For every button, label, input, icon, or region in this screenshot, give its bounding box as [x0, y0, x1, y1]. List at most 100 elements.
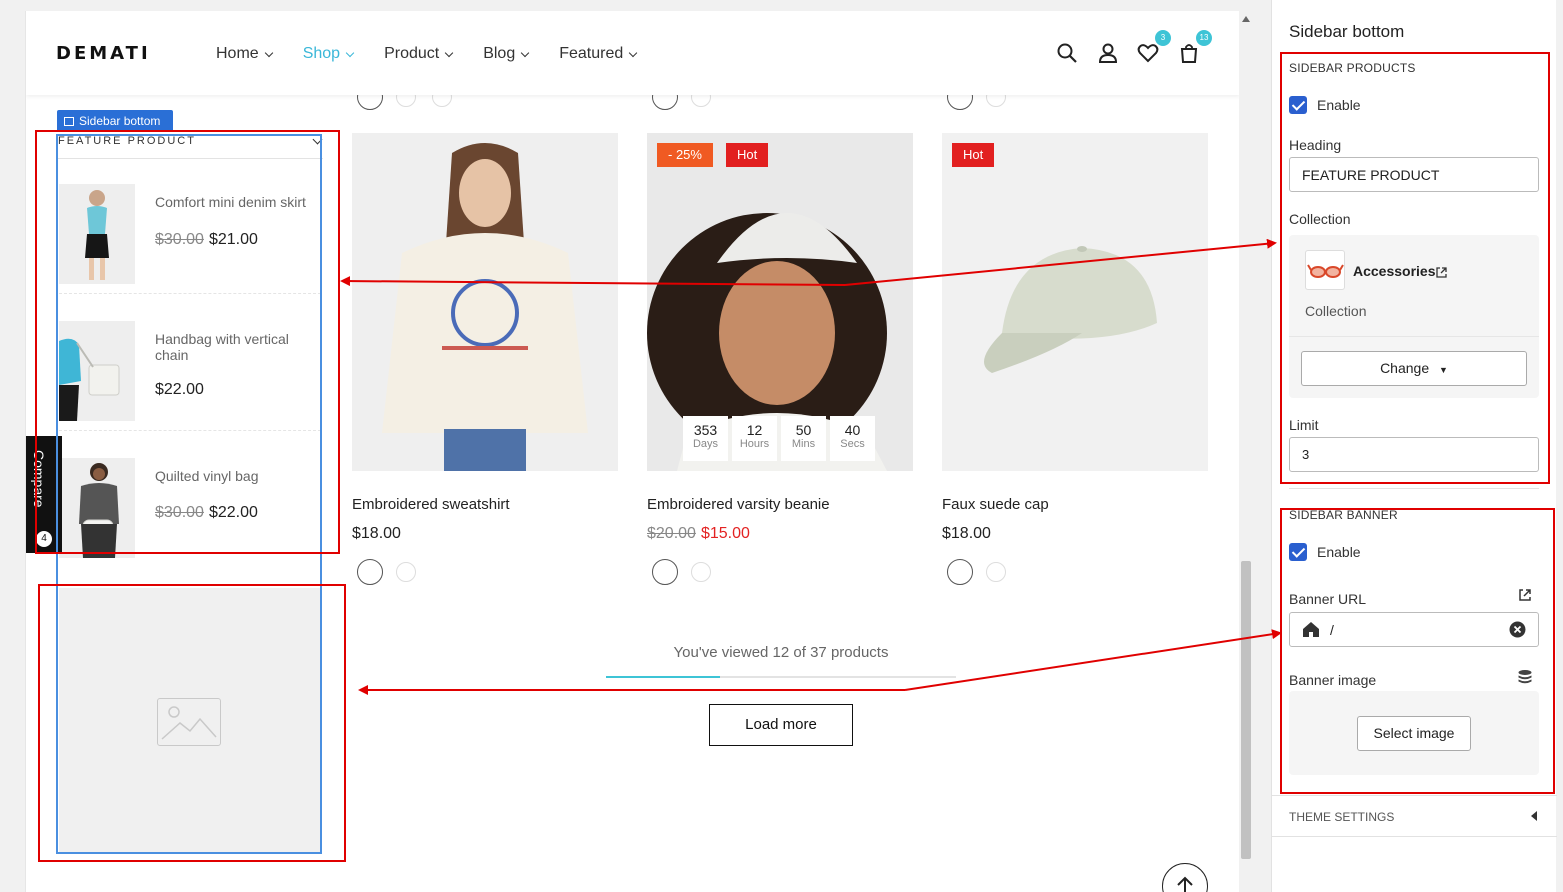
sidebar-banner-placeholder[interactable] — [59, 588, 321, 853]
feature-product-item[interactable]: Handbag with vertical chain $22.00 — [59, 311, 321, 431]
dynamic-source-icon[interactable] — [1517, 669, 1533, 690]
change-button-label: Change — [1380, 360, 1430, 376]
product-card[interactable]: Hot Faux suede cap $18.00 — [942, 133, 1208, 543]
product-image[interactable]: - 25% Hot 353 Days 12 Hours 50 Mins 40 Secs — [647, 133, 913, 471]
color-swatch[interactable] — [986, 562, 1006, 582]
banner-url-input[interactable]: / — [1289, 612, 1539, 647]
search-icon[interactable] — [1056, 42, 1078, 64]
chevron-down-icon — [444, 48, 454, 57]
color-swatch[interactable] — [396, 562, 416, 582]
product-card[interactable]: Embroidered sweatshirt $18.00 — [352, 133, 618, 543]
current-price: $18.00 — [352, 525, 401, 542]
color-swatch[interactable] — [947, 559, 973, 585]
product-name[interactable]: Embroidered varsity beanie — [647, 496, 913, 513]
nav-shop-label: Shop — [302, 45, 341, 62]
old-price: $30.00 — [155, 231, 204, 248]
feature-product-price: $30.00 $22.00 — [155, 504, 258, 522]
sidebar-products-enable-checkbox[interactable] — [1289, 96, 1307, 114]
feature-product-heading[interactable]: FEATURE PRODUCT — [58, 133, 323, 159]
sidebar-products-section-title: SIDEBAR PRODUCTS — [1289, 61, 1416, 75]
product-thumbnail[interactable] — [59, 321, 135, 421]
feature-product-price: $30.00 $21.00 — [155, 231, 258, 249]
countdown-secs: 40 Secs — [830, 416, 875, 461]
product-name[interactable]: Faux suede cap — [942, 496, 1208, 513]
wishlist-icon[interactable]: 3 — [1137, 30, 1171, 64]
chevron-down-icon — [312, 134, 323, 145]
viewed-progress-bar — [606, 676, 956, 678]
product-thumbnail[interactable] — [59, 458, 135, 558]
color-swatch[interactable] — [652, 559, 678, 585]
sidebar-tag-label: Sidebar bottom — [79, 114, 161, 128]
nav-featured[interactable]: Featured — [559, 45, 638, 63]
product-price: $20.00 $15.00 — [647, 525, 913, 543]
countdown-mins: 50 Mins — [781, 416, 826, 461]
caret-left-icon — [1531, 811, 1537, 821]
nav-shop[interactable]: Shop — [302, 45, 355, 63]
collection-thumbnail — [1305, 250, 1345, 290]
viewed-progress-fill — [606, 676, 720, 678]
account-icon[interactable] — [1097, 42, 1119, 64]
editor-screen: DEMATI Home Shop Product Blog Featured 3… — [0, 0, 1563, 892]
hot-label: Hot — [952, 143, 995, 167]
nav-blog[interactable]: Blog — [483, 45, 530, 63]
change-collection-button[interactable]: Change ▼ — [1301, 351, 1527, 386]
sale-price: $15.00 — [700, 525, 750, 542]
sidebar-banner-enable-checkbox[interactable] — [1289, 543, 1307, 561]
countdown-value: 12 — [746, 422, 763, 438]
old-price: $20.00 — [647, 525, 696, 542]
load-more-button[interactable]: Load more — [709, 704, 853, 746]
product-price: $18.00 — [942, 525, 1208, 543]
wishlist-count-badge: 3 — [1155, 30, 1171, 46]
countdown-days: 353 Days — [683, 416, 728, 461]
current-price: $22.00 — [208, 504, 258, 521]
store-header: DEMATI Home Shop Product Blog Featured 3… — [26, 11, 1239, 95]
feature-product-name[interactable]: Handbag with vertical chain — [155, 331, 325, 363]
color-swatch[interactable] — [691, 562, 711, 582]
color-swatch[interactable] — [357, 559, 383, 585]
feature-heading-text: FEATURE PRODUCT — [58, 135, 196, 147]
feature-product-price: $22.00 — [155, 381, 204, 399]
limit-input[interactable]: 3 — [1289, 437, 1539, 472]
feature-product-name[interactable]: Comfort mini denim skirt — [155, 194, 325, 210]
preview-scrollbar[interactable] — [1239, 11, 1253, 892]
select-image-button[interactable]: Select image — [1357, 716, 1471, 751]
external-link-icon[interactable] — [1436, 265, 1447, 283]
countdown-hours: 12 Hours — [732, 416, 777, 461]
current-price: $18.00 — [942, 525, 991, 542]
scroll-up-icon[interactable] — [1242, 16, 1250, 22]
collection-name[interactable]: Accessories — [1353, 263, 1436, 279]
compare-tab[interactable]: Compare 4 — [26, 436, 62, 553]
product-thumbnail[interactable] — [59, 184, 135, 284]
countdown-value: 50 — [795, 422, 812, 438]
scrollbar-thumb[interactable] — [1241, 561, 1251, 859]
feature-product-name[interactable]: Quilted vinyl bag — [155, 468, 325, 484]
countdown-unit: Mins — [791, 438, 816, 450]
cart-icon[interactable]: 13 — [1178, 30, 1212, 64]
countdown-unit: Days — [692, 438, 719, 450]
clear-icon[interactable] — [1509, 621, 1526, 641]
sidebar-products-enable-label: Enable — [1317, 97, 1361, 113]
caret-down-icon: ▼ — [1439, 365, 1448, 375]
limit-label: Limit — [1289, 417, 1319, 433]
theme-settings-row[interactable]: THEME SETTINGS — [1272, 795, 1557, 837]
panel-title: Sidebar bottom — [1289, 22, 1405, 41]
product-card[interactable]: - 25% Hot 353 Days 12 Hours 50 Mins 40 Secs … — [647, 133, 913, 543]
product-name[interactable]: Embroidered sweatshirt — [352, 496, 618, 513]
chevron-down-icon — [520, 48, 530, 57]
sidebar-section-tag[interactable]: Sidebar bottom — [57, 110, 173, 132]
sidebar-banner-enable-label: Enable — [1317, 544, 1361, 560]
product-image[interactable]: Hot — [942, 133, 1208, 471]
nav-home[interactable]: Home — [216, 45, 273, 63]
external-link-icon[interactable] — [1518, 588, 1532, 607]
feature-product-item[interactable]: Quilted vinyl bag $30.00 $22.00 — [59, 448, 321, 568]
nav-blog-label: Blog — [483, 45, 516, 62]
section-divider — [1289, 488, 1539, 489]
hot-label: Hot — [726, 143, 769, 167]
banner-image-picker: Select image — [1289, 691, 1539, 775]
heading-input[interactable]: FEATURE PRODUCT — [1289, 157, 1539, 192]
back-to-top-button[interactable] — [1162, 863, 1208, 892]
nav-product[interactable]: Product — [384, 45, 454, 63]
store-logo[interactable]: DEMATI — [56, 43, 151, 64]
product-image[interactable] — [352, 133, 618, 471]
feature-product-item[interactable]: Comfort mini denim skirt $30.00 $21.00 — [59, 174, 321, 294]
